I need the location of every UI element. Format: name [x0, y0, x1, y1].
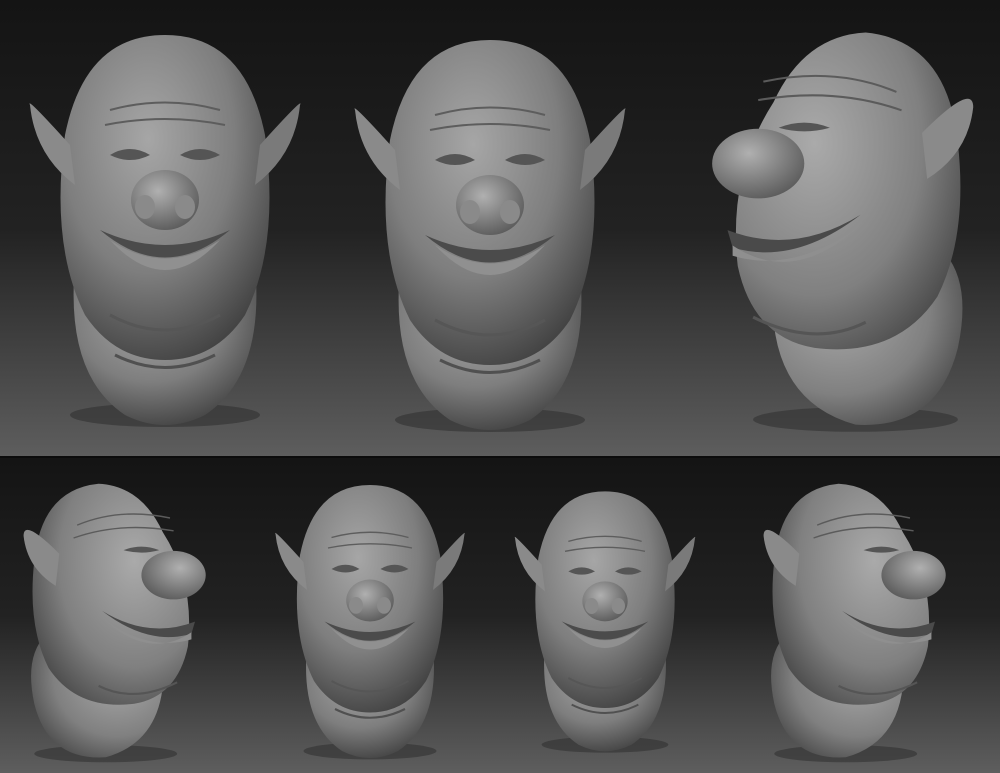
head-view-bottom-three-quarter-left [0, 458, 245, 773]
turnaround-sheet [0, 0, 1000, 773]
bottom-row [0, 458, 1000, 773]
top-row [0, 0, 1000, 458]
head-view-three-quarter-left [0, 0, 330, 458]
head-view-bottom-profile-right [715, 458, 1000, 773]
head-view-bottom-front [495, 458, 715, 773]
head-view-three-quarter-right [650, 0, 1000, 458]
head-view-front [330, 0, 650, 458]
head-view-bottom-front-left [245, 458, 495, 773]
